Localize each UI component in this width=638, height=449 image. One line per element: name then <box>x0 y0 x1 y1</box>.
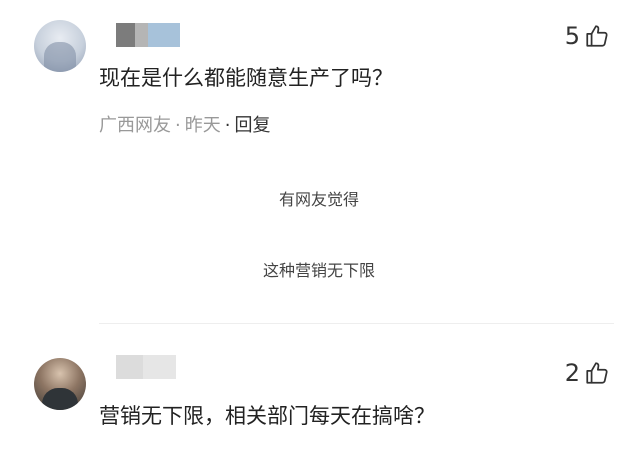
thumbs-up-icon <box>586 25 608 47</box>
like-count: 5 <box>564 22 580 50</box>
like-count: 2 <box>564 359 580 387</box>
reply-button[interactable]: 回复 <box>234 115 270 136</box>
avatar[interactable] <box>34 20 86 72</box>
like-button[interactable]: 2 <box>565 359 610 387</box>
comment-source: 广西网友 <box>99 115 171 136</box>
comment-time: 昨天 <box>184 115 221 136</box>
comment-meta: 广西网友 · 昨天 · 回复 <box>99 111 270 137</box>
like-button[interactable]: 5 <box>565 22 610 50</box>
username-blurred[interactable] <box>116 355 176 379</box>
caption-line: 有网友觉得 <box>278 190 359 209</box>
separator-dot: · <box>175 115 181 136</box>
comment-text: 现在是什么都能随意生产了吗？ <box>99 66 393 90</box>
avatar[interactable] <box>34 358 86 410</box>
thumbs-up-icon <box>586 362 608 384</box>
separator-dot: · <box>224 115 231 136</box>
comment-text: 营销无下限，相关部门每天在搞啥？ <box>99 404 435 428</box>
divider <box>99 323 614 324</box>
username-blurred[interactable] <box>116 23 180 47</box>
caption-line: 这种营销无下限 <box>262 261 375 280</box>
